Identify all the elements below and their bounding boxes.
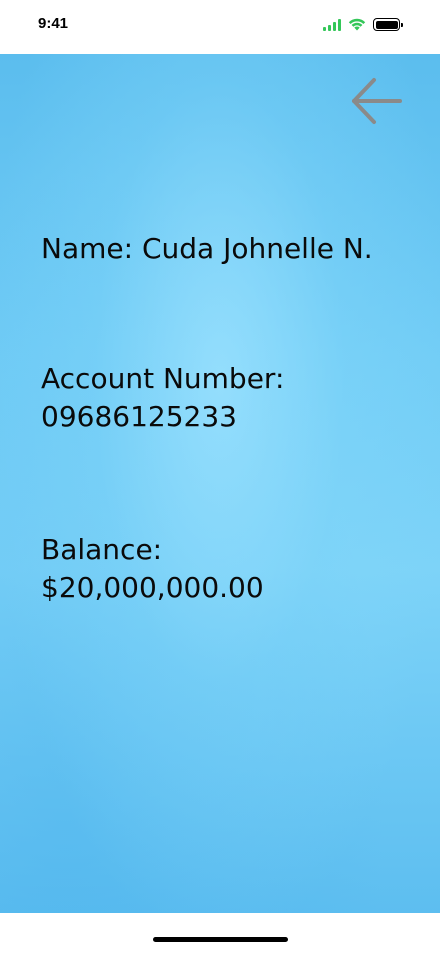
balance-value: $20,000,000.00 <box>41 571 264 604</box>
home-indicator[interactable] <box>153 937 288 942</box>
account-details-screen: 9:41 Name: Cuda Johnelle N. Account Numb… <box>0 0 440 956</box>
arrow-left-icon[interactable] <box>350 76 402 128</box>
account-name-text: Name: Cuda Johnelle N. <box>41 232 373 265</box>
wifi-icon <box>348 18 366 31</box>
account-number-label: Account Number: <box>41 362 285 395</box>
cellular-signal-icon <box>323 18 341 31</box>
bottom-bar <box>0 913 440 956</box>
account-name: Name: Cuda Johnelle N. <box>41 230 373 268</box>
account-number-value: 09686125233 <box>41 400 237 433</box>
status-bar: 9:41 <box>0 0 440 54</box>
battery-icon <box>373 18 403 31</box>
account-info-panel: Name: Cuda Johnelle N. Account Number: 0… <box>0 54 440 913</box>
status-time: 9:41 <box>38 15 69 32</box>
balance-label: Balance: <box>41 533 163 566</box>
balance-block: Balance: $20,000,000.00 <box>41 531 264 607</box>
account-number-block: Account Number: 09686125233 <box>41 360 284 436</box>
status-icons <box>323 18 403 31</box>
